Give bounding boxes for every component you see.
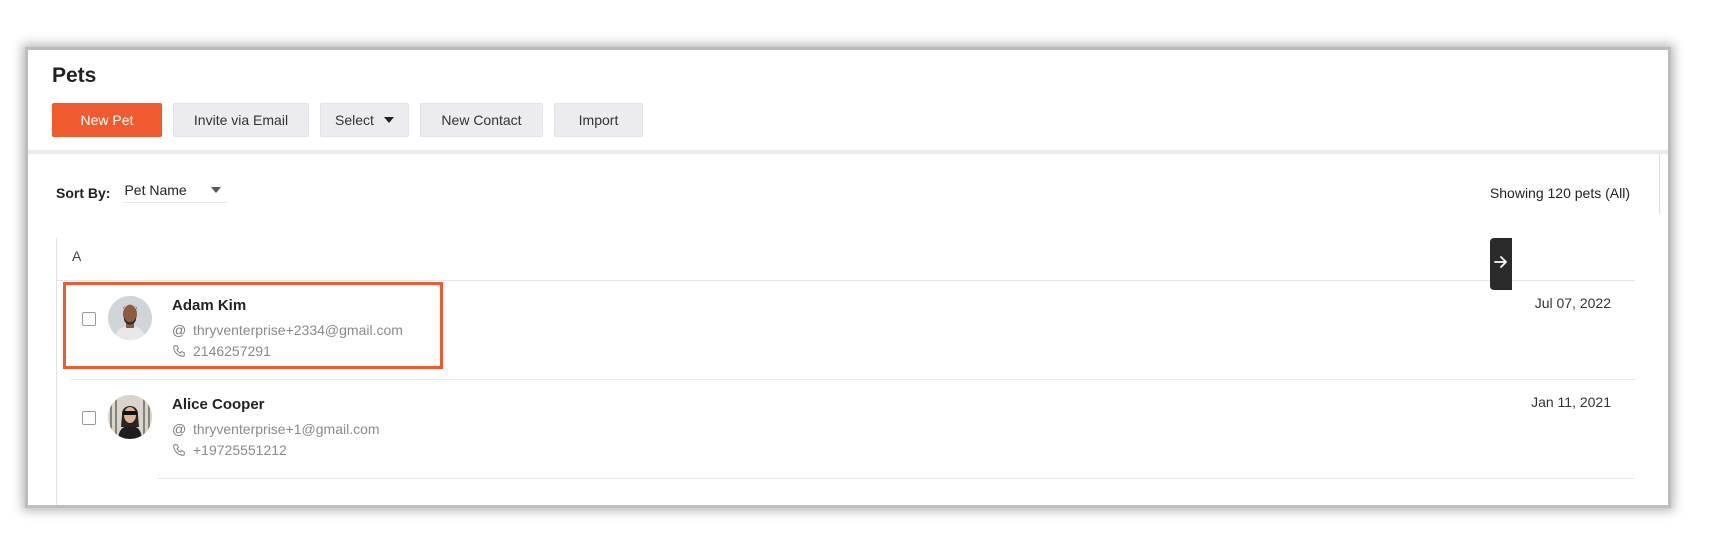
row-checkbox[interactable] <box>82 411 96 425</box>
phone-icon <box>172 344 188 358</box>
page-title: Pets <box>52 64 97 87</box>
toolbar: New Pet Invite via Email Select New Cont… <box>52 103 643 137</box>
list-item[interactable]: Adam Kim @ thryventerprise+2334@gmail.co… <box>57 281 1635 380</box>
contact-email: thryventerprise+1@gmail.com <box>193 420 380 437</box>
import-button[interactable]: Import <box>554 103 643 137</box>
contact-email-line: @ thryventerprise+2334@gmail.com <box>172 319 403 340</box>
pets-list: A Adam Kim @ thryventerprise+2334@gmail.… <box>56 238 1635 505</box>
at-icon: @ <box>172 420 187 437</box>
select-button-label: Select <box>335 112 374 128</box>
contact-name[interactable]: Alice Cooper <box>172 396 380 418</box>
row-divider <box>157 478 1635 479</box>
contact-phone-line: +19725551212 <box>172 439 380 460</box>
avatar <box>108 296 152 340</box>
caret-down-icon <box>383 117 394 123</box>
sort-by-label: Sort By: <box>56 184 111 201</box>
pets-content: Sort By: Pet Name Showing 120 pets (All)… <box>42 154 1668 505</box>
sort-control: Sort By: Pet Name <box>56 182 227 203</box>
content-divider <box>1659 154 1660 214</box>
contact-phone-line: 2146257291 <box>172 340 403 361</box>
new-pet-button[interactable]: New Pet <box>52 103 162 137</box>
contact-phone: +19725551212 <box>193 441 287 458</box>
result-count: Showing 120 pets (All) <box>1489 185 1630 201</box>
drawer-toggle[interactable] <box>1490 238 1512 290</box>
group-letter: A <box>72 248 82 264</box>
avatar <box>108 395 152 439</box>
at-icon: @ <box>172 321 187 338</box>
new-contact-button[interactable]: New Contact <box>420 103 543 137</box>
sort-select[interactable]: Pet Name <box>124 182 227 203</box>
contact-date: Jul 07, 2022 <box>1534 295 1611 311</box>
contact-name[interactable]: Adam Kim <box>172 297 403 319</box>
row-checkbox[interactable] <box>82 312 96 326</box>
invite-via-email-button[interactable]: Invite via Email <box>173 103 309 137</box>
contact-email: thryventerprise+2334@gmail.com <box>193 321 403 338</box>
sort-select-value: Pet Name <box>124 182 187 198</box>
caret-down-icon <box>210 187 221 193</box>
app-window: Pets New Pet Invite via Email Select New… <box>28 50 1668 505</box>
contact-email-line: @ thryventerprise+1@gmail.com <box>172 418 380 439</box>
phone-icon <box>172 443 188 457</box>
contact-info: Adam Kim @ thryventerprise+2334@gmail.co… <box>172 297 403 361</box>
contact-date: Jan 11, 2021 <box>1531 394 1611 410</box>
list-item[interactable]: Alice Cooper @ thryventerprise+1@gmail.c… <box>57 380 1635 479</box>
contact-phone: 2146257291 <box>193 342 271 359</box>
contact-info: Alice Cooper @ thryventerprise+1@gmail.c… <box>172 396 380 460</box>
arrow-right-icon <box>1494 255 1508 274</box>
select-dropdown-button[interactable]: Select <box>320 103 409 137</box>
